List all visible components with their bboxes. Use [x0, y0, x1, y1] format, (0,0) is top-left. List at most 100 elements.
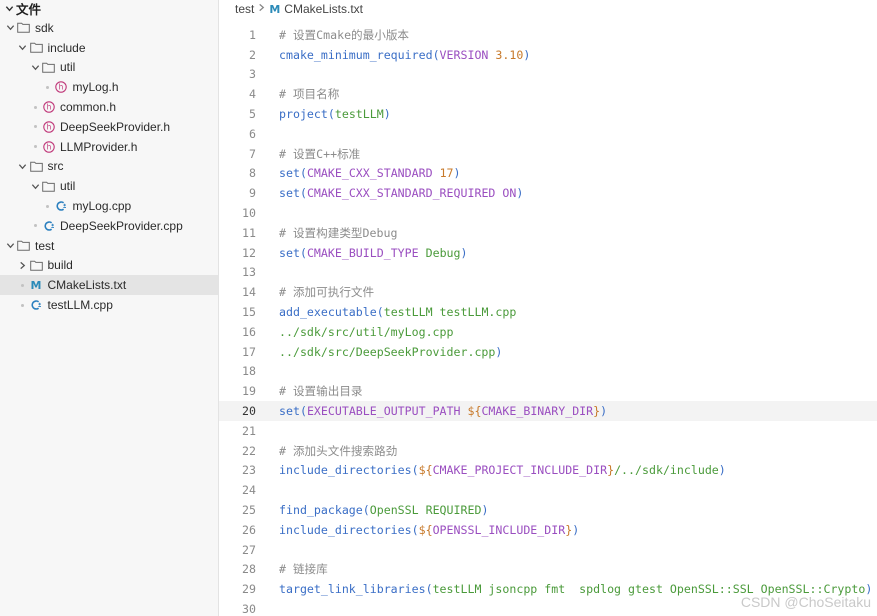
svg-text:h: h	[46, 103, 51, 112]
chevron-down-icon[interactable]	[18, 162, 28, 171]
code-token: (	[411, 463, 419, 478]
tree-file-item[interactable]: testLLM.cpp	[0, 295, 218, 315]
chevron-down-icon[interactable]	[30, 63, 40, 72]
folder-icon	[17, 239, 30, 252]
code-line[interactable]: 28 # 链接库	[219, 560, 877, 580]
code-line[interactable]: 19 # 设置输出目录	[219, 381, 877, 401]
tree-file-item[interactable]: DeepSeekProvider.cpp	[0, 216, 218, 236]
code-editor[interactable]: test M CMakeLists.txt 1 # 设置Cmake的最小版本 2 cm…	[219, 0, 877, 616]
code-line[interactable]: 27	[219, 540, 877, 560]
tree-folder-item[interactable]: util	[0, 58, 218, 78]
folder-icon	[42, 61, 55, 74]
breadcrumb-file[interactable]: CMakeLists.txt	[284, 2, 363, 16]
code-line[interactable]: 1 # 设置Cmake的最小版本	[219, 25, 877, 45]
tree-bullet	[43, 204, 53, 208]
code-line[interactable]: 4 # 项目名称	[219, 84, 877, 104]
code-text: set(CMAKE_CXX_STANDARD 17)	[279, 166, 461, 180]
code-line[interactable]: 25 find_package(OpenSSL REQUIRED)	[219, 500, 877, 520]
tree-file-item[interactable]: myLog.cpp	[0, 196, 218, 216]
chevron-right-icon[interactable]	[18, 261, 28, 270]
code-text: include_directories(${CMAKE_PROJECT_INCL…	[279, 463, 726, 477]
tree-item-label: testLLM.cpp	[47, 298, 113, 313]
code-text: # 添加可执行文件	[279, 284, 374, 300]
code-line[interactable]: 12 set(CMAKE_BUILD_TYPE Debug)	[219, 243, 877, 263]
code-line[interactable]: 21	[219, 421, 877, 441]
code-token: )	[718, 463, 726, 478]
tree-item-label: DeepSeekProvider.h	[60, 119, 171, 134]
file-explorer-sidebar: 文件 sdk include util h myLog.h h common.h h DeepS…	[0, 0, 219, 616]
line-number: 25	[242, 503, 256, 518]
line-number: 28	[242, 562, 256, 577]
code-line[interactable]: 8 set(CMAKE_CXX_STANDARD 17)	[219, 164, 877, 184]
explorer-header[interactable]: 文件	[0, 0, 218, 17]
tree-item-label: src	[47, 159, 64, 174]
code-line[interactable]: 17 ../sdk/src/DeepSeekProvider.cpp)	[219, 342, 877, 362]
code-line[interactable]: 18	[219, 362, 877, 382]
line-number: 14	[242, 285, 256, 300]
code-line[interactable]: 6	[219, 124, 877, 144]
code-line[interactable]: 26 include_directories(${OPENSSL_INCLUDE_…	[219, 520, 877, 540]
tree-folder-item[interactable]: util	[0, 176, 218, 196]
code-token: (	[299, 166, 307, 181]
code-token: # 链接库	[279, 562, 328, 577]
chevron-down-icon[interactable]	[30, 182, 40, 191]
line-number: 4	[249, 87, 256, 102]
code-text: # 项目名称	[279, 86, 339, 102]
code-token: include_directories	[279, 463, 412, 478]
tree-folder-item[interactable]: sdk	[0, 18, 218, 38]
code-token: OpenSSL REQUIRED	[369, 503, 482, 518]
line-number: 22	[242, 443, 256, 458]
cmake-file-icon: M	[269, 2, 281, 16]
code-line[interactable]: 22 # 添加头文件搜索路劲	[219, 441, 877, 461]
code-area[interactable]: 1 # 设置Cmake的最小版本 2 cmake_minimum_required(V…	[219, 25, 877, 616]
code-line[interactable]: 9 set(CMAKE_CXX_STANDARD_REQUIRED ON)	[219, 183, 877, 203]
code-token: (	[299, 245, 307, 260]
tree-folder-item[interactable]: build	[0, 256, 218, 276]
line-number: 8	[249, 166, 256, 181]
code-line[interactable]: 2 cmake_minimum_required(VERSION 3.10)	[219, 45, 877, 65]
line-number: 18	[242, 364, 256, 379]
code-line[interactable]: 5 project(testLLM)	[219, 104, 877, 124]
line-number: 27	[242, 542, 256, 557]
tree-bullet	[30, 125, 40, 129]
code-token: Debug	[425, 245, 461, 260]
code-line[interactable]: 24	[219, 480, 877, 500]
tree-item-label: DeepSeekProvider.cpp	[60, 218, 183, 233]
code-line[interactable]: 10	[219, 203, 877, 223]
chevron-down-icon[interactable]	[4, 4, 14, 13]
tree-file-item[interactable]: h myLog.h	[0, 77, 218, 97]
code-line[interactable]: 13	[219, 263, 877, 283]
code-line[interactable]: 7 # 设置C++标准	[219, 144, 877, 164]
code-line[interactable]: 14 # 添加可执行文件	[219, 282, 877, 302]
code-token: VERSION	[439, 47, 489, 62]
tree-folder-item[interactable]: src	[0, 157, 218, 177]
code-line[interactable]: 15 add_executable(testLLM testLLM.cpp	[219, 302, 877, 322]
tree-folder-item[interactable]: include	[0, 38, 218, 58]
tree-file-item[interactable]: M CMakeLists.txt	[0, 275, 218, 296]
code-line[interactable]: 3	[219, 65, 877, 85]
code-line[interactable]: 23 include_directories(${CMAKE_PROJECT_IN…	[219, 461, 877, 481]
chevron-down-icon[interactable]	[5, 241, 15, 250]
code-token: cmake_minimum_required	[279, 47, 433, 62]
code-token: find_package	[279, 503, 363, 518]
tree-item-label: test	[35, 238, 55, 253]
tree-file-item[interactable]: h LLMProvider.h	[0, 137, 218, 157]
code-token: (	[425, 582, 433, 597]
line-number: 16	[242, 324, 256, 339]
code-line[interactable]: 16 ../sdk/src/util/myLog.cpp	[219, 322, 877, 342]
breadcrumb-folder[interactable]: test	[235, 2, 254, 16]
line-number: 13	[242, 265, 256, 280]
code-text: # 设置构建类型Debug	[279, 225, 397, 241]
tree-folder-item[interactable]: test	[0, 236, 218, 256]
tree-item-label: myLog.cpp	[72, 199, 132, 214]
code-line[interactable]: 11 # 设置构建类型Debug	[219, 223, 877, 243]
tree-file-item[interactable]: h common.h	[0, 97, 218, 117]
chevron-down-icon[interactable]	[5, 23, 15, 32]
code-token: )	[516, 186, 524, 201]
code-line[interactable]: 20 set(EXECUTABLE_OUTPUT_PATH ${CMAKE_BIN…	[219, 401, 877, 421]
header-file-icon: h	[42, 120, 55, 133]
tree-file-item[interactable]: h DeepSeekProvider.h	[0, 117, 218, 137]
chevron-down-icon[interactable]	[18, 43, 28, 52]
tree-item-label: sdk	[35, 20, 54, 35]
code-token: set	[279, 166, 300, 181]
